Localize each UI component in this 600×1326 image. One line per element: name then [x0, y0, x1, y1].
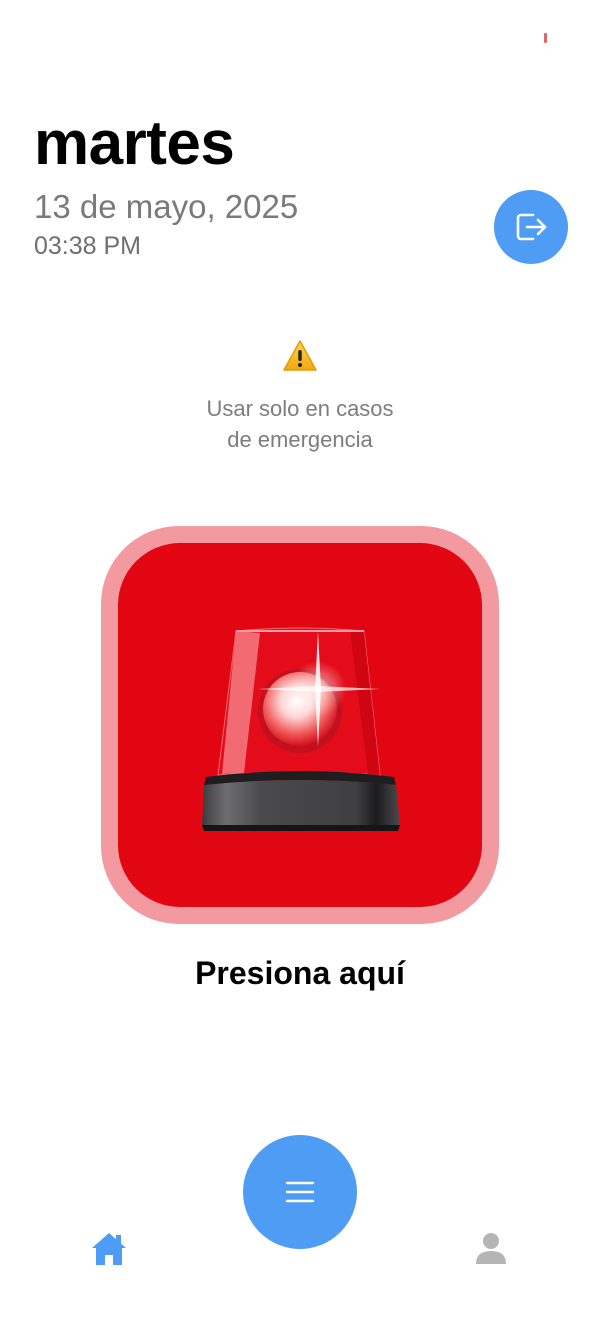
nav-home-tab[interactable] [90, 1230, 128, 1268]
date-label: 13 de mayo, 2025 [34, 188, 299, 225]
time-label: 03:38 PM [34, 232, 142, 260]
weekday-label: martes [34, 109, 235, 178]
panic-button-face [118, 543, 482, 907]
logout-icon [516, 213, 547, 241]
logout-button[interactable] [494, 190, 568, 264]
home-icon [92, 1233, 126, 1265]
menu-icon [285, 1181, 315, 1203]
siren-icon [202, 627, 400, 831]
panic-button[interactable] [101, 526, 499, 924]
warning-text-line-1: Usar solo en casos [206, 396, 394, 421]
emergency-warning: Usar solo en casos de emergencia [0, 338, 600, 455]
panic-button-label: Presiona aquí [195, 955, 405, 991]
emergency-home-screen: martes 13 de mayo, 2025 03:38 PM Usar so… [0, 0, 600, 1326]
warning-icon [283, 340, 317, 371]
status-indicator [544, 33, 547, 43]
nav-profile-tab[interactable] [473, 1230, 509, 1266]
warning-text-line-2: de emergencia [227, 427, 373, 452]
menu-button[interactable] [243, 1135, 357, 1249]
profile-icon [476, 1233, 506, 1264]
